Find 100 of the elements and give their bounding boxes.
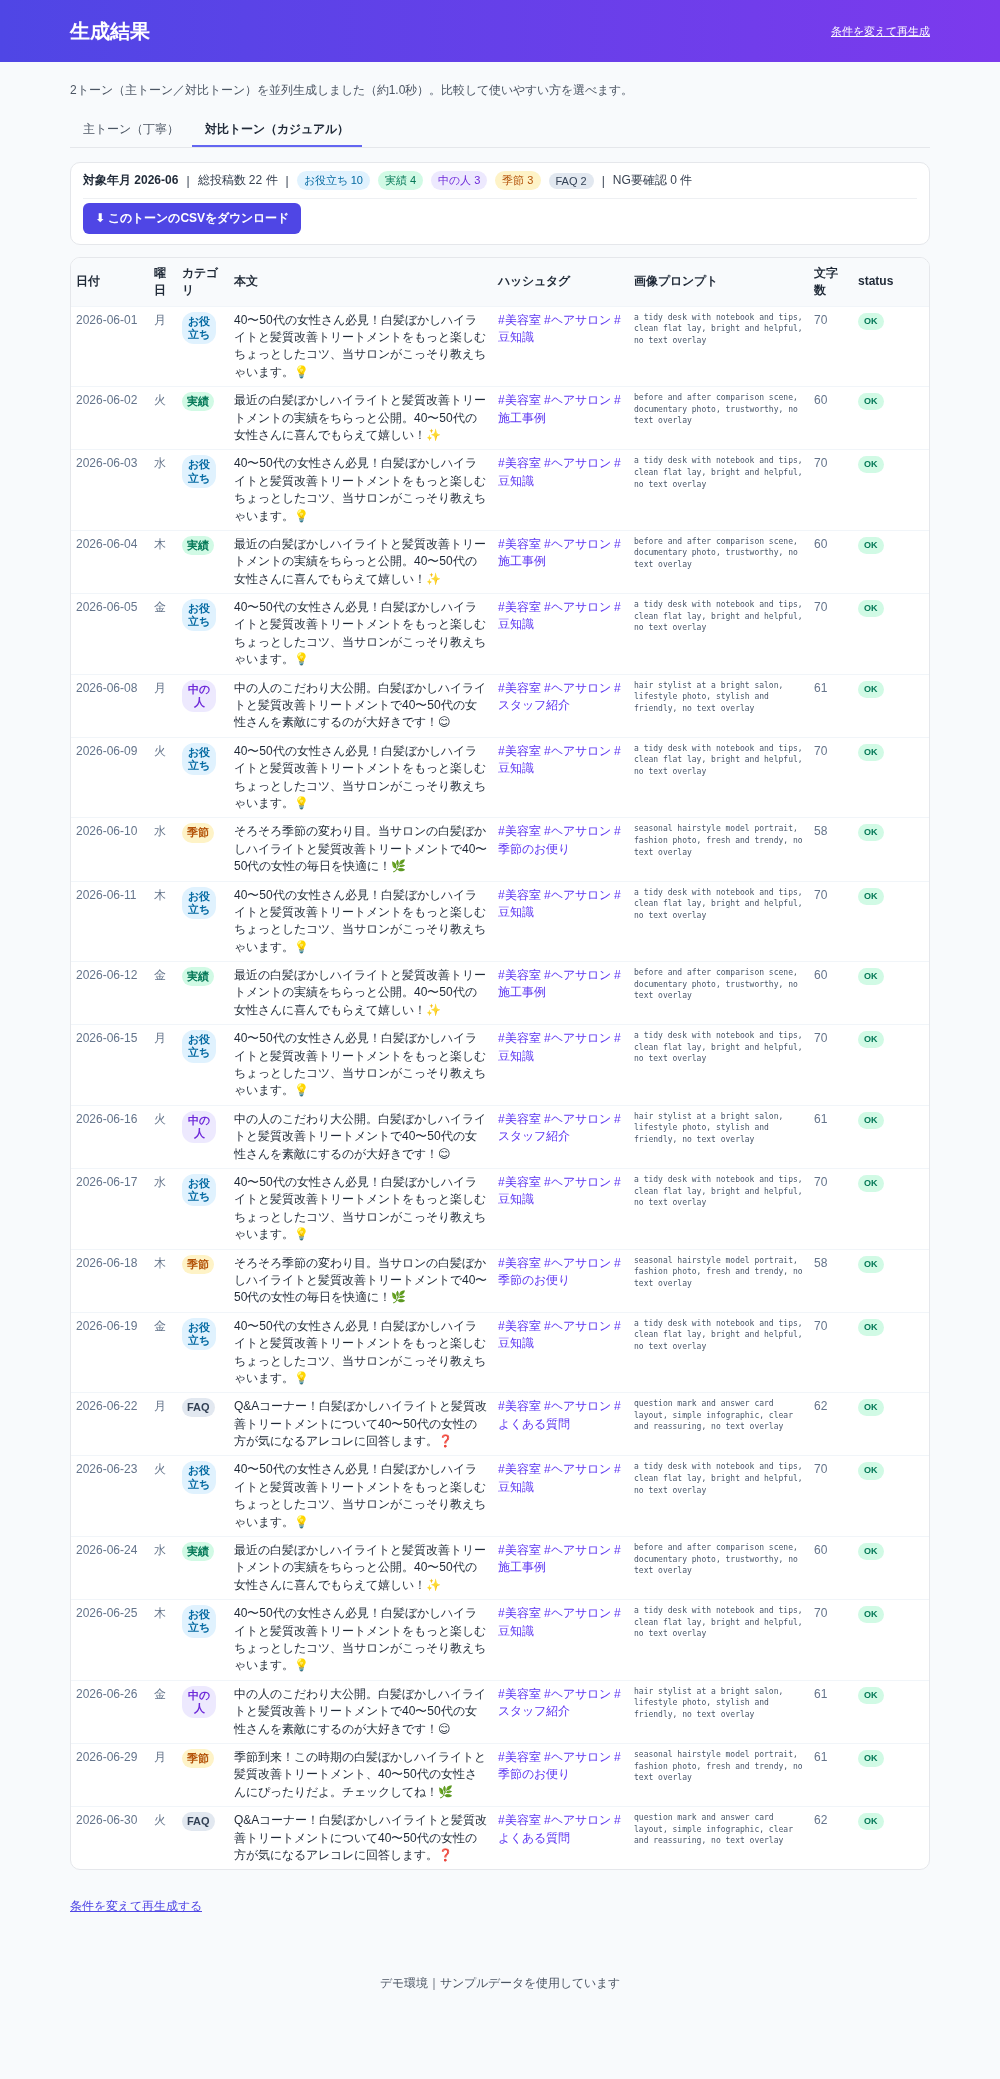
post-body-text: 40〜50代の女性さん必見！白髪ぼかしハイライトと髪質改善トリートメントをもっと楽しむちょっとしたコツ、当サロンがこっそり教えちゃいます。💡 [234, 456, 486, 523]
date-cell: 2026-06-02 [76, 393, 138, 408]
image-prompt-text: seasonal hairstyle model portrait, fashion photo, fresh and trendy, no text overlay [634, 823, 804, 859]
category-tag: 実績 [182, 967, 214, 987]
weekday-cell: 火 [154, 1111, 166, 1126]
post-body-text: 中の人のこだわり大公開。白髪ぼかしハイライトと髪質改善トリートメントで40〜50代の女性さんを素敵にするのが大好きです！😊 [234, 1686, 486, 1736]
image-prompt-text: before and after comparison scene, documentary photo, trustworthy, no text overlay [634, 1542, 799, 1577]
hashtags-text: #美容室 #ヘアサロン #豆知識 [498, 312, 621, 344]
date-cell: 2026-06-09 [76, 743, 138, 758]
char-count-cell: 61 [814, 1686, 828, 1701]
char-count-cell: 61 [814, 1111, 828, 1126]
image-prompt-text: seasonal hairstyle model portrait, fashion photo, fresh and trendy, no text overlay [634, 1254, 804, 1290]
category-tag: お役立ち [182, 455, 216, 488]
hashtags-text: #美容室 #ヘアサロン #豆知識 [498, 1031, 621, 1063]
char-count-cell: 70 [814, 743, 828, 758]
hashtags-text: #美容室 #ヘアサロン #施工事例 [498, 968, 621, 1000]
csv-download-button[interactable]: ⬇ このトーンのCSVをダウンロード [83, 203, 302, 234]
category-tag: FAQ [182, 1812, 215, 1832]
separator: | [601, 173, 605, 188]
weekday-cell: 水 [154, 1543, 166, 1558]
date-cell: 2026-06-24 [76, 1543, 138, 1558]
status-badge: OK [858, 456, 884, 474]
hashtags-text: #美容室 #ヘアサロン #季節のお便り [498, 824, 621, 856]
status-badge: OK [858, 1399, 884, 1417]
category-count-tag: 中の人 3 [431, 171, 488, 190]
post-body-text: 最近の白髪ぼかしハイライトと髪質改善トリートメントの実績をちらっと公開。40〜50代の女性さんに喜んでもらえて嬉しい！✨ [234, 393, 486, 442]
post-body-text: 最近の白髪ぼかしハイライトと髪質改善トリートメントの実績をちらっと公開。40〜50代の女性さんに喜んでもらえて嬉しい！✨ [234, 1543, 486, 1592]
char-count-cell: 70 [814, 456, 828, 471]
status-badge: OK [858, 824, 884, 842]
hashtags-text: #美容室 #ヘアサロン #よくある質問 [498, 1399, 621, 1431]
date-cell: 2026-06-19 [76, 1318, 138, 1333]
tone-tab[interactable]: 対比トーン（カジュアル） [192, 115, 362, 147]
hashtags-text: #美容室 #ヘアサロン #施工事例 [498, 393, 621, 425]
char-count-cell: 60 [814, 393, 828, 408]
post-body-text: 最近の白髪ぼかしハイライトと髪質改善トリートメントの実績をちらっと公開。40〜50代の女性さんに喜んでもらえて嬉しい！✨ [234, 968, 486, 1017]
status-badge: OK [858, 1813, 884, 1831]
weekday-cell: 木 [154, 887, 166, 902]
weekday-cell: 金 [154, 968, 166, 983]
hashtags-text: #美容室 #ヘアサロン #よくある質問 [498, 1813, 621, 1845]
image-prompt-text: a tidy desk with notebook and tips, clean flat lay, bright and helpful, no text overlay [634, 1317, 804, 1353]
hashtags-text: #美容室 #ヘアサロン #豆知識 [498, 1318, 621, 1351]
date-cell: 2026-06-23 [76, 1462, 138, 1477]
date-cell: 2026-06-29 [76, 1749, 138, 1764]
category-tag: お役立ち [182, 1317, 216, 1351]
hashtags-text: #美容室 #ヘアサロン #スタッフ紹介 [498, 1111, 621, 1144]
status-badge: OK [858, 1749, 884, 1767]
post-body-text: 中の人のこだわり大公開。白髪ぼかしハイライトと髪質改善トリートメントで40〜50代の女性さんを素敵にするのが大好きです！😊 [234, 1111, 486, 1161]
status-badge: OK [858, 312, 884, 330]
weekday-cell: 木 [154, 1255, 166, 1270]
category-tag: お役立ち [182, 311, 216, 344]
char-count-cell: 70 [814, 1462, 828, 1477]
image-prompt-text: before and after comparison scene, documentary photo, trustworthy, no text overlay [634, 967, 799, 1002]
weekday-cell: 金 [154, 1318, 166, 1333]
date-cell: 2026-06-08 [76, 680, 138, 695]
status-badge: OK [858, 1606, 884, 1624]
post-body-text: 40〜50代の女性さん必見！白髪ぼかしハイライトと髪質改善トリートメントをもっと楽しむちょっとしたコツ、当サロンがこっそり教えちゃいます。💡 [234, 1175, 486, 1242]
image-prompt-text: a tidy desk with notebook and tips, clean flat lay, bright and helpful, no text overlay [634, 311, 804, 347]
char-count-cell: 60 [814, 1543, 828, 1558]
date-cell: 2026-06-25 [76, 1606, 138, 1621]
image-prompt-text: before and after comparison scene, documentary photo, trustworthy, no text overlay [634, 392, 799, 427]
category-tag: 季節 [182, 823, 214, 843]
status-badge: OK [858, 1031, 884, 1049]
category-tag: 実績 [182, 1542, 214, 1562]
char-count-cell: 70 [814, 887, 828, 902]
weekday-cell: 月 [154, 1399, 166, 1414]
status-badge: OK [858, 600, 884, 618]
char-count-cell: 61 [814, 680, 828, 695]
status-badge: OK [858, 1543, 884, 1561]
category-tag: 中の人 [182, 1685, 216, 1719]
column-header: 本文 [234, 274, 258, 289]
weekday-cell: 金 [154, 1686, 166, 1701]
page-title: 生成結果 [70, 18, 150, 44]
category-count-tag: 実績 4 [377, 171, 424, 190]
post-body-text: 中の人のこだわり大公開。白髪ぼかしハイライトと髪質改善トリートメントで40〜50代の女性さんを素敵にするのが大好きです！😊 [234, 680, 486, 730]
post-body-text: 40〜50代の女性さん必見！白髪ぼかしハイライトと髪質改善トリートメントをもっと楽しむちょっとしたコツ、当サロンがこっそり教えちゃいます。💡 [234, 600, 486, 667]
footer-note: デモ環境｜サンプルデータを使用しています [379, 1975, 621, 1993]
category-tag: 季節 [182, 1254, 214, 1274]
regenerate-link[interactable]: 条件を変えて再生成する [70, 1898, 202, 1916]
status-badge: OK [858, 968, 884, 986]
regenerate-link[interactable]: 条件を変えて再生成 [831, 23, 930, 39]
date-cell: 2026-06-10 [76, 824, 138, 839]
status-badge: OK [858, 1686, 884, 1704]
category-tag: お役立ち [182, 1030, 216, 1063]
date-cell: 2026-06-01 [76, 312, 138, 327]
date-cell: 2026-06-30 [76, 1813, 138, 1828]
category-count-tag: お役立ち 10 [296, 171, 370, 190]
weekday-cell: 木 [154, 536, 166, 551]
category-tag: 実績 [182, 535, 214, 556]
category-tag: 中の人 [182, 1110, 216, 1144]
image-prompt-text: hair stylist at a bright salon, lifestyle photo, stylish and friendly, no text overlay [634, 1110, 785, 1146]
post-body-text: そろそろ季節の変わり目。当サロンの白髪ぼかしハイライトと髪質改善トリートメントで40〜50代の女性の毎日を快適に！🌿 [234, 1255, 488, 1305]
image-prompt-text: question mark and answer card layout, simple infographic, clear and reassuring, no text overlay [634, 1812, 794, 1847]
char-count-cell: 61 [814, 1749, 828, 1764]
tone-tab[interactable]: 主トーン（丁寧） [70, 115, 192, 147]
hashtags-text: #美容室 #ヘアサロン #豆知識 [498, 887, 621, 919]
status-badge: OK [858, 1318, 884, 1336]
date-cell: 2026-06-18 [76, 1255, 138, 1270]
char-count-cell: 70 [814, 1175, 828, 1189]
char-count-cell: 70 [814, 312, 828, 327]
status-badge: OK [858, 1111, 884, 1129]
